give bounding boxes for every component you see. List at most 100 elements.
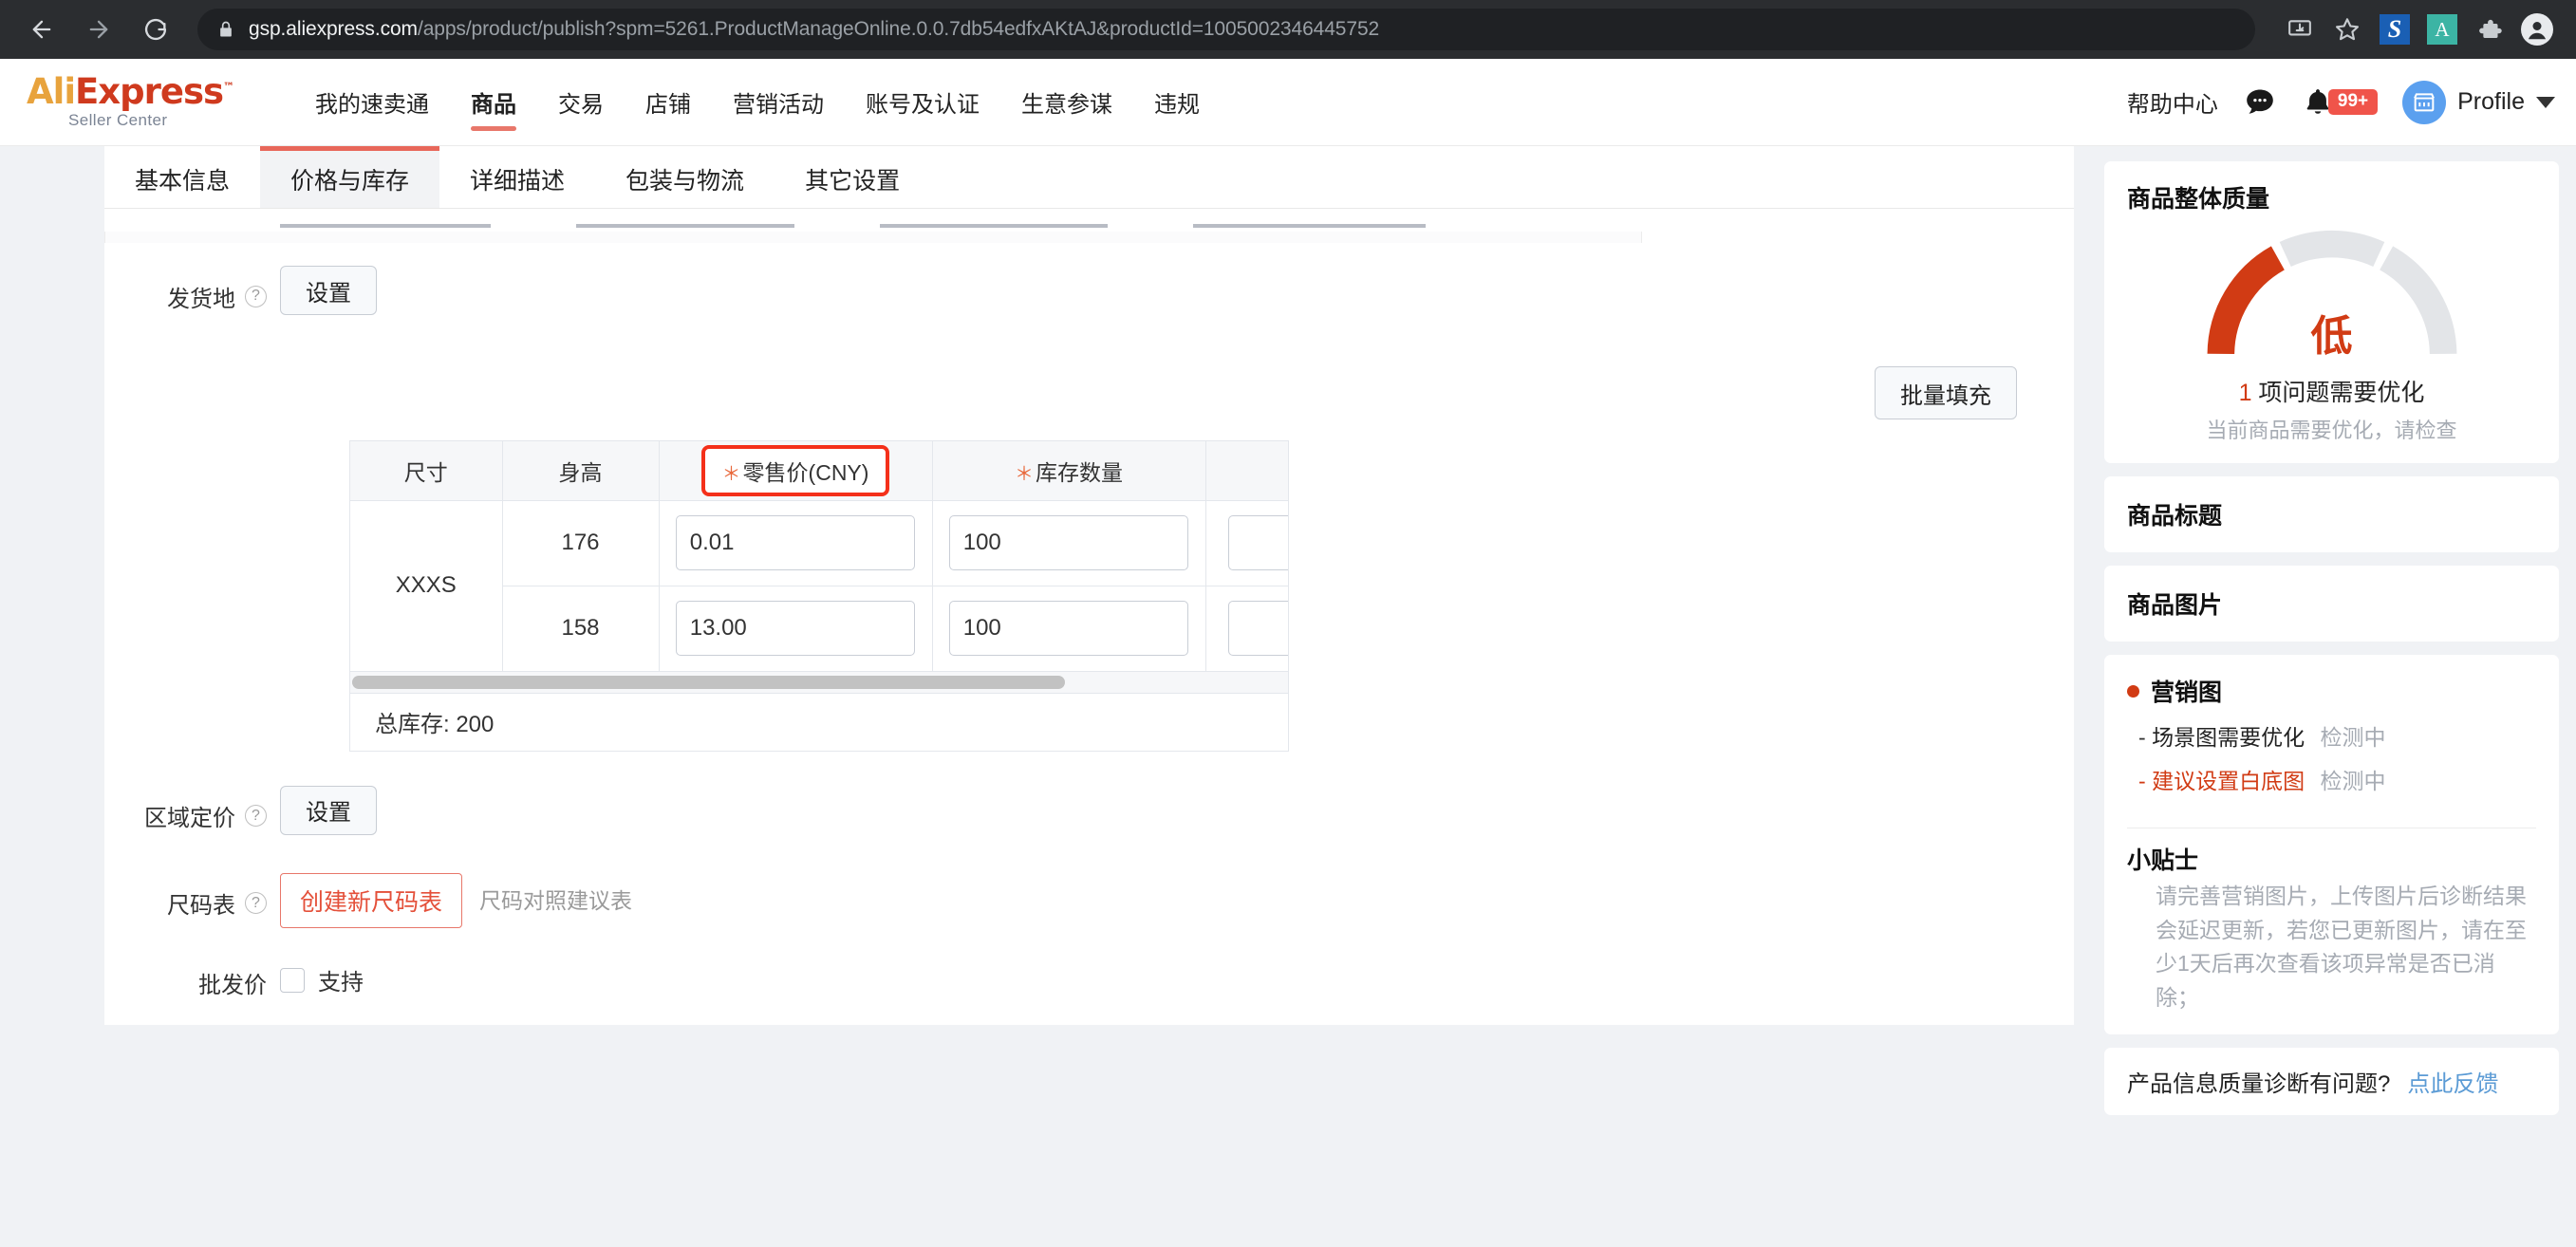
forward-button[interactable] [74,5,123,54]
stock-input[interactable] [949,601,1189,656]
sku-table-head: 尺寸 身高 ＊零售价(CNY) ＊库存数量 商品编码 [350,441,1289,500]
ship-from-settings-button[interactable]: 设置 [280,266,377,315]
browser-profile-avatar[interactable] [2515,8,2559,51]
bulk-fill-button[interactable]: 批量填充 [1875,366,2017,419]
help-center-link[interactable]: 帮助中心 [2127,85,2218,119]
main-navigation: 我的速卖通 商品 交易 店铺 营销活动 账号及认证 生意参谋 违规 [294,59,1221,146]
main-content: 基本信息 价格与库存 详细描述 包装与物流 其它设置 发货地 [0,146,2093,1247]
help-icon[interactable]: ? [245,805,267,827]
required-star: ＊ [722,464,741,485]
sku-table-container: 尺寸 身高 ＊零售价(CNY) ＊库存数量 商品编码 XXXS 176 [349,440,1289,672]
nav-item-account-auth[interactable]: 账号及认证 [845,59,1000,146]
issue-item-white-background[interactable]: - 建议设置白底图 检测中 [2127,763,2536,795]
url-text: gsp.aliexpress.com/apps/product/publish?… [249,18,1379,41]
nav-item-my-aliexpress[interactable]: 我的速卖通 [294,59,450,146]
size-chart-reference-link[interactable]: 尺码对照建议表 [479,873,632,928]
url-host: gsp.aliexpress.com [249,18,418,40]
aliexpress-logo[interactable]: AliExpress™ Seller Center [17,74,254,130]
col-size-label: 尺寸 [404,460,448,485]
clipped-table-edge [104,232,1642,243]
clipped-input-row [104,209,2074,228]
clipped-input [576,209,794,228]
profile-menu[interactable]: Profile [2402,81,2555,124]
tab-label: 基本信息 [135,162,230,196]
nav-label: 营销活动 [733,85,824,119]
nav-label: 我的速卖通 [315,85,429,119]
wholesale-label-group: 批发价 [104,953,280,1014]
sku-code-input[interactable] [1228,515,1289,570]
tab-packaging-logistics[interactable]: 包装与物流 [595,146,775,208]
regional-pricing-settings-button[interactable]: 设置 [280,786,377,835]
help-icon[interactable]: ? [245,286,267,307]
tab-other-settings[interactable]: 其它设置 [775,146,930,208]
table-row: XXXS 176 [350,500,1289,586]
url-path: /apps/product/publish?spm=5261.ProductMa… [418,18,1379,40]
shop-icon [2402,81,2446,124]
wholesale-price-label: 批发价 [198,966,267,999]
address-bar[interactable]: gsp.aliexpress.com/apps/product/publish?… [197,9,2255,50]
back-button[interactable] [17,5,66,54]
section-marketing-images[interactable]: 营销图 - 场景图需要优化 检测中 - 建议设置白底图 检测中 [2104,655,2559,812]
wholesale-support-label: 支持 [318,963,364,996]
wholesale-checkbox-group: 支持 [280,953,364,1008]
tab-label: 详细描述 [470,162,565,196]
wholesale-price-row: 批发价 支持 [104,953,2074,1014]
notifications[interactable]: 99+ [2302,85,2378,120]
profile-name: Profile [2457,88,2525,116]
tab-price-and-stock[interactable]: 价格与库存 [260,146,439,208]
nav-item-marketing[interactable]: 营销活动 [712,59,845,146]
tab-detailed-description[interactable]: 详细描述 [439,146,595,208]
section-product-title[interactable]: 商品标题 [2104,476,2559,552]
col-stock-qty-label: 库存数量 [1036,460,1123,485]
nav-item-transactions[interactable]: 交易 [537,59,625,146]
tips-card: 小贴士 请完善营销图片，上传图片后诊断结果会延迟更新，若您已更新图片，请在至少1… [2104,812,2559,1034]
tab-label: 其它设置 [805,162,900,196]
col-retail-price-label: 零售价(CNY) [743,460,869,485]
quality-hint: 当前商品需要优化，请检查 [2206,414,2456,444]
create-size-chart-button[interactable]: 创建新尺码表 [280,873,462,928]
sku-table-body: XXXS 176 158 [350,500,1289,671]
install-app-icon[interactable] [2278,8,2322,51]
price-input[interactable] [676,601,916,656]
col-height-label: 身高 [559,460,603,485]
nav-item-store[interactable]: 店铺 [625,59,712,146]
table-horizontal-scrollbar[interactable] [349,672,1289,693]
ship-from-row: 发货地 ? 设置 [104,266,2074,326]
regional-pricing-label-group: 区域定价 ? [104,786,280,847]
size-chart-label: 尺码表 [167,886,235,920]
extension-a-icon[interactable]: A [2420,8,2464,51]
sku-code-input[interactable] [1228,601,1289,656]
nav-label: 生意参谋 [1021,85,1112,119]
scrollbar-thumb[interactable] [352,676,1065,689]
nav-item-violations[interactable]: 违规 [1133,59,1221,146]
stock-input[interactable] [949,515,1189,570]
header-right-actions: 帮助中心 99+ Profile [2127,81,2555,124]
help-icon[interactable]: ? [245,892,267,914]
retail-price-highlight-box: ＊零售价(CNY) [701,445,890,496]
reload-button[interactable] [131,5,180,54]
overall-quality-title: 商品整体质量 [2127,180,2536,214]
extensions-puzzle-icon[interactable] [2468,8,2511,51]
clipped-input [280,209,491,228]
tab-basic-info[interactable]: 基本信息 [104,146,260,208]
dash-prefix: - [2138,725,2146,750]
extension-s-icon[interactable]: S [2373,8,2417,51]
wholesale-support-checkbox[interactable] [280,968,305,993]
nav-item-business-advisor[interactable]: 生意参谋 [1000,59,1133,146]
section-product-images[interactable]: 商品图片 [2104,566,2559,642]
sku-table: 尺寸 身高 ＊零售价(CNY) ＊库存数量 商品编码 XXXS 176 [350,441,1289,672]
nav-label: 违规 [1154,85,1200,119]
issue-item-scene-image[interactable]: - 场景图需要优化 检测中 [2127,719,2536,752]
dash-prefix: - [2138,769,2146,793]
nav-item-products[interactable]: 商品 [450,59,537,146]
chat-bubble-icon[interactable] [2243,85,2277,120]
size-chart-label-group: 尺码表 ? [104,873,280,934]
section-header: 商品图片 [2127,586,2536,621]
price-stock-form: 发货地 ? 设置 批量填充 尺寸 身高 ＊零售价(CNY) [104,209,2074,1025]
price-input[interactable] [676,515,916,570]
quality-level-label: 低 [2311,302,2353,363]
issues-count: 1 [2239,380,2252,406]
bookmark-star-icon[interactable] [2325,8,2369,51]
section-title: 营销图 [2151,674,2222,708]
feedback-link[interactable]: 点此反馈 [2407,1065,2498,1098]
